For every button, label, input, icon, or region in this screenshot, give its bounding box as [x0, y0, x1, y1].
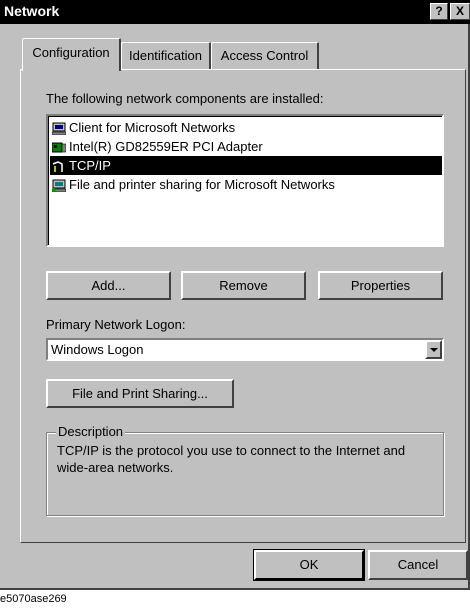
tab-access-control[interactable]: Access Control	[211, 42, 319, 69]
title-bar: Network ? X	[0, 0, 470, 24]
adapter-icon	[51, 140, 67, 153]
list-item[interactable]: Client for Microsoft Networks	[50, 118, 442, 137]
window-title: Network	[4, 3, 60, 19]
dropdown-arrow-button[interactable]	[425, 340, 442, 359]
logon-value: Windows Logon	[51, 342, 144, 357]
client-icon	[51, 121, 67, 136]
list-item[interactable]: Intel(R) GD82559ER PCI Adapter	[50, 137, 442, 156]
description-group: Description TCP/IP is the protocol you u…	[46, 424, 444, 516]
protocol-icon	[52, 159, 66, 172]
network-dialog: Network ? X Configuration Identification…	[0, 0, 470, 590]
components-label: The following network components are ins…	[46, 91, 324, 106]
figure-caption: e5070ase269	[0, 593, 67, 605]
properties-button[interactable]: Properties	[318, 271, 443, 300]
tab-identification[interactable]: Identification	[121, 42, 211, 69]
add-button[interactable]: Add...	[46, 271, 171, 300]
help-button[interactable]: ?	[430, 3, 448, 20]
logon-label: Primary Network Logon:	[46, 317, 186, 332]
ok-button[interactable]: OK	[253, 549, 365, 581]
sharing-icon	[51, 178, 67, 193]
logon-dropdown[interactable]: Windows Logon	[46, 338, 444, 361]
close-button[interactable]: X	[450, 3, 470, 20]
file-print-sharing-button[interactable]: File and Print Sharing...	[46, 379, 234, 408]
description-text: TCP/IP is the protocol you use to connec…	[57, 443, 406, 475]
cancel-button[interactable]: Cancel	[368, 550, 468, 580]
list-item[interactable]: File and printer sharing for Microsoft N…	[50, 175, 442, 194]
list-item-selected[interactable]: TCP/IP	[50, 156, 442, 175]
components-list[interactable]: Client for Microsoft Networks Intel(R) G…	[46, 114, 444, 247]
chevron-down-icon	[430, 348, 438, 352]
remove-button[interactable]: Remove	[181, 271, 306, 300]
tab-configuration[interactable]: Configuration	[22, 38, 121, 71]
description-legend: Description	[56, 424, 126, 439]
